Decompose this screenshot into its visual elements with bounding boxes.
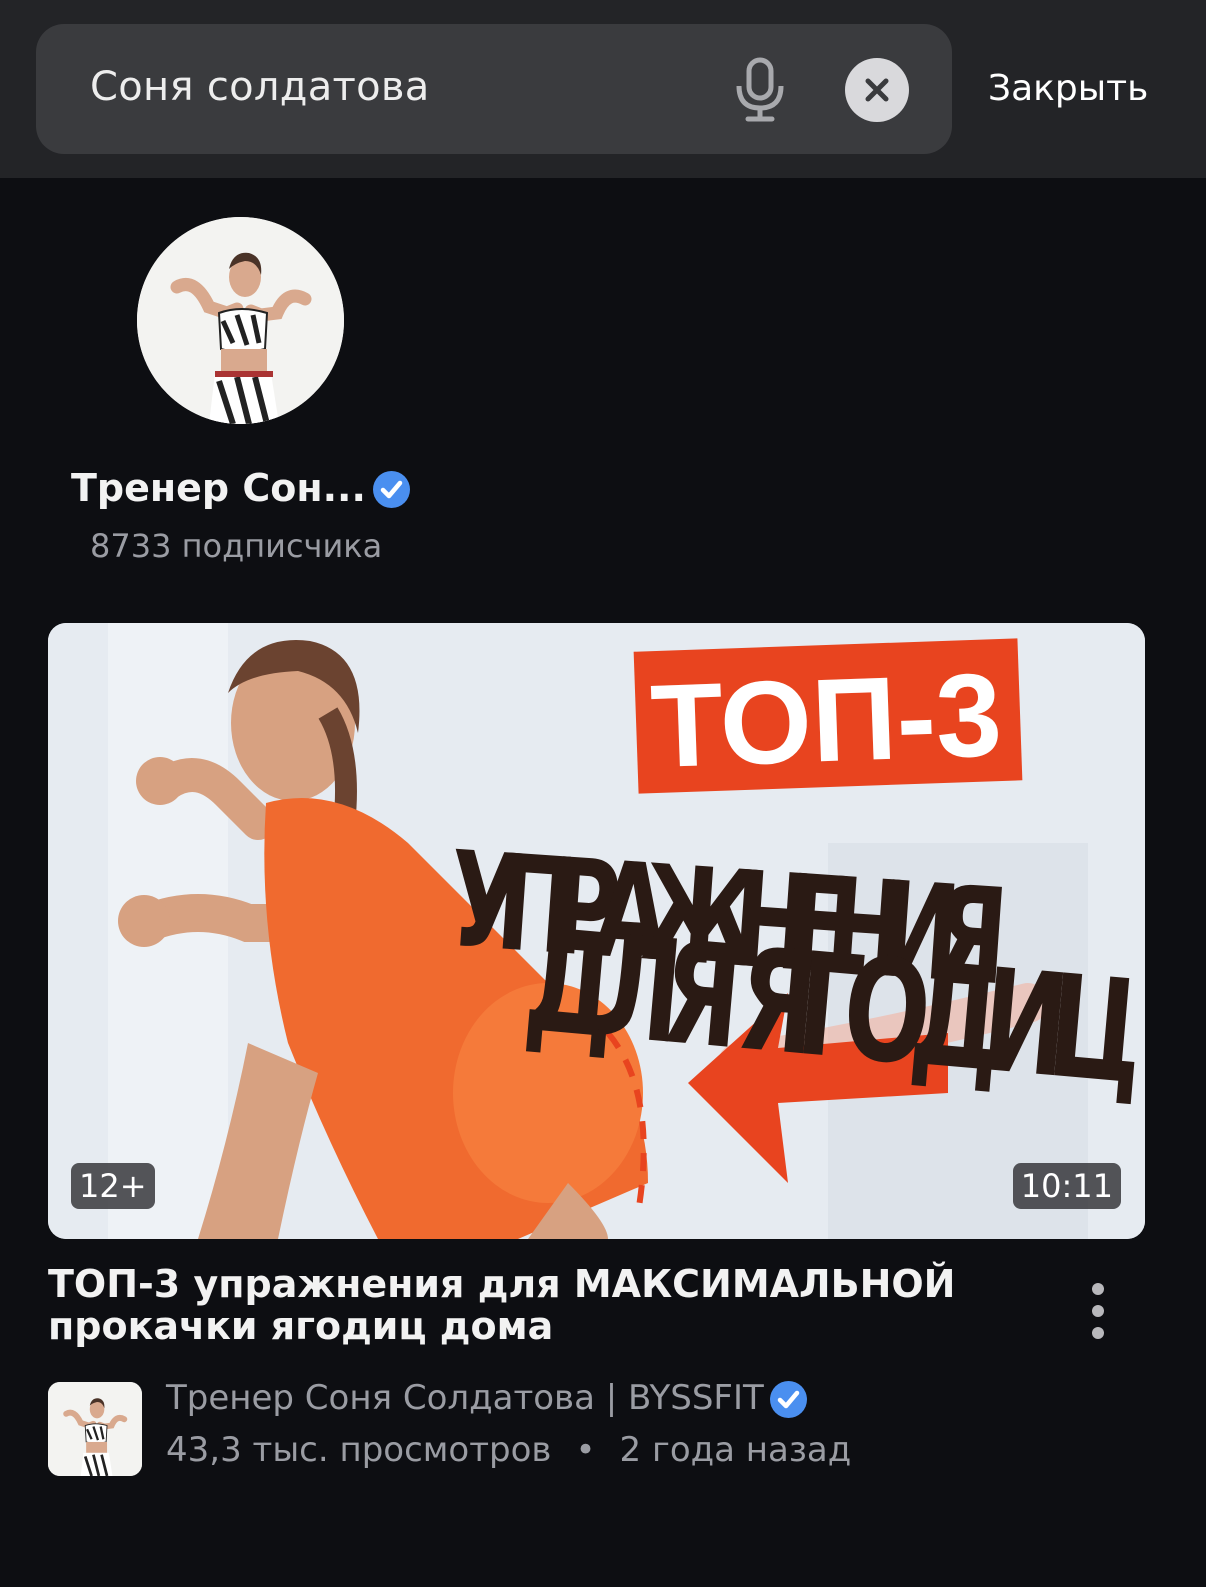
video-channel-avatar[interactable] — [48, 1382, 142, 1476]
thumbnail-headline-top: ТОП-3 — [649, 649, 1004, 793]
thumbnail-artwork: ТОП-3 УПРАЖНЕНИЯ ДЛЯ ЯГОДИЦ — [48, 623, 1145, 1239]
clear-search-button[interactable] — [845, 58, 909, 122]
channel-name[interactable]: Тренер Сон... — [71, 466, 366, 510]
upload-age: 2 года назад — [619, 1430, 852, 1470]
search-input[interactable]: Соня солдатова — [90, 64, 430, 110]
avatar-image — [48, 1382, 142, 1476]
mic-icon[interactable] — [732, 56, 788, 124]
duration-badge: 10:11 — [1012, 1163, 1121, 1209]
age-rating-badge: 12+ — [71, 1163, 155, 1209]
search-field[interactable]: Соня солдатова — [36, 24, 952, 154]
video-title[interactable]: ТОП-3 упражнения для МАКСИМАЛЬНОЙ прокач… — [48, 1263, 1008, 1347]
verified-icon — [770, 1381, 807, 1418]
video-channel-name[interactable]: Тренер Соня Солдатова | BYSSFIT — [166, 1378, 764, 1418]
clear-icon — [865, 78, 889, 102]
more-options-button[interactable] — [1084, 1281, 1112, 1341]
view-count: 43,3 тыс. просмотров — [166, 1430, 552, 1470]
top-bar: Соня солдатова Закрыть — [0, 0, 1206, 178]
channel-avatar[interactable] — [137, 217, 344, 424]
subscriber-count: 8733 подписчика — [90, 527, 383, 565]
video-stats: 43,3 тыс. просмотров • 2 года назад — [166, 1430, 851, 1470]
separator-dot: • — [575, 1430, 596, 1470]
verified-icon — [373, 471, 410, 508]
avatar-image — [137, 217, 344, 424]
close-button[interactable]: Закрыть — [988, 68, 1148, 109]
video-thumbnail[interactable]: ТОП-3 УПРАЖНЕНИЯ ДЛЯ ЯГОДИЦ 12+ 10:11 — [48, 623, 1145, 1239]
more-icon — [1092, 1283, 1104, 1295]
